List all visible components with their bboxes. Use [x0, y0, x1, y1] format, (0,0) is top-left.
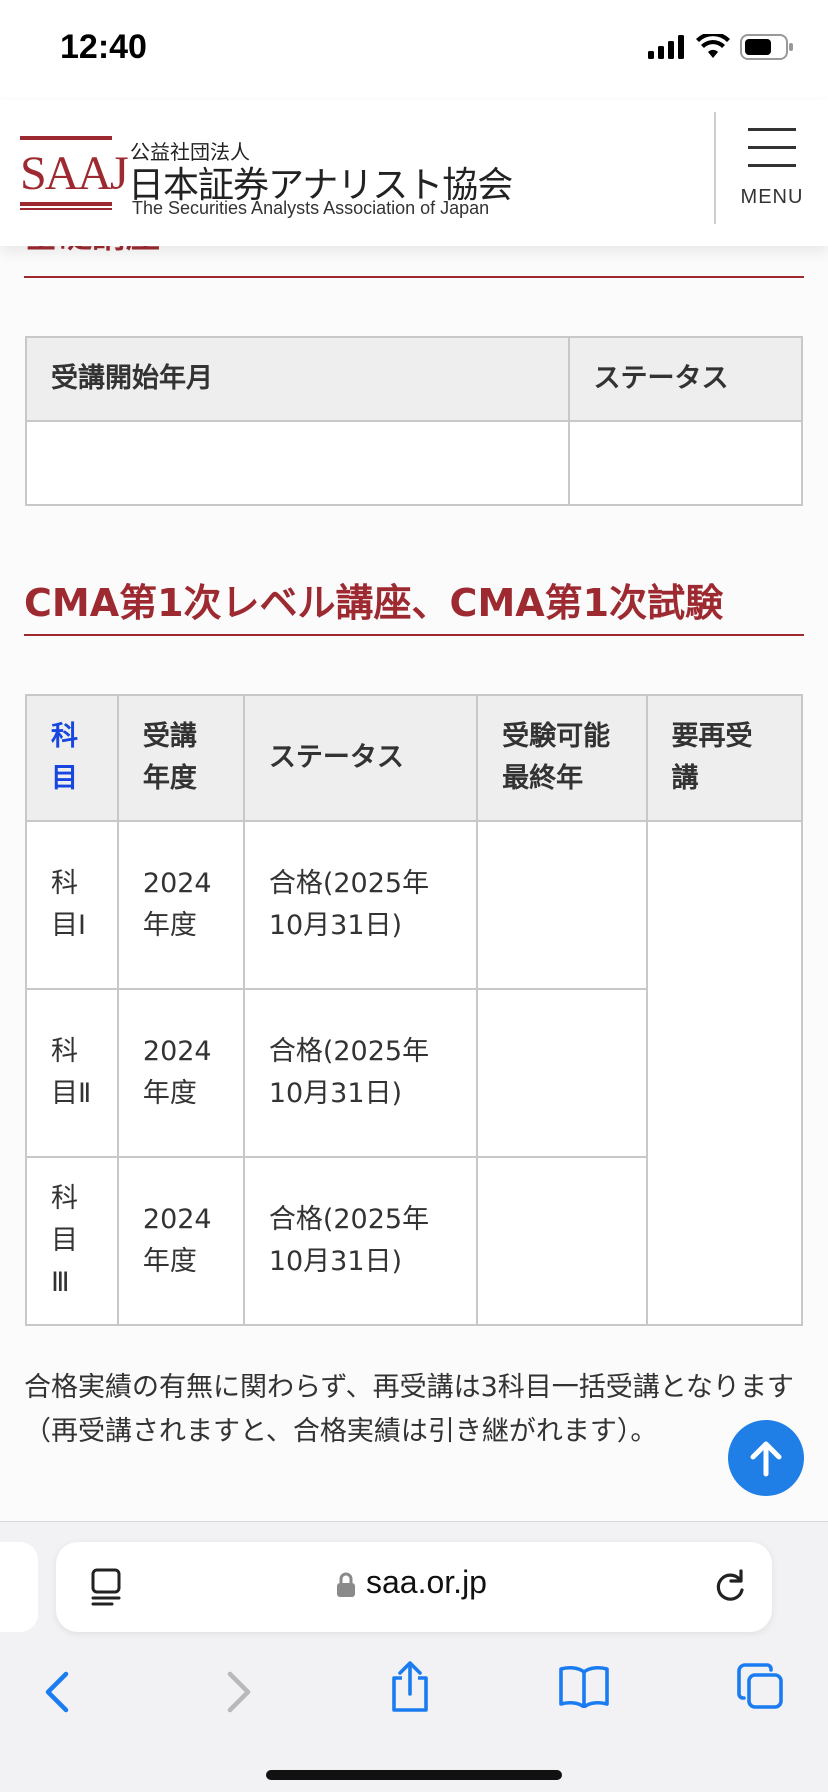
browser-toolbar: saa.or.jp	[0, 1521, 828, 1792]
cell-last-year	[476, 820, 648, 990]
col-header-year: 受講年度	[116, 694, 245, 822]
col-header-status: ステータス	[242, 694, 479, 822]
forward-icon[interactable]	[220, 1668, 256, 1716]
menu-label: MENU	[740, 186, 804, 208]
logo-bar-top	[20, 136, 112, 140]
url-text: saa.or.jp	[366, 1564, 487, 1600]
site-header: SAAJ 公益社団法人 日本証券アナリスト協会 The Securities A…	[0, 100, 828, 246]
logo-bar-bottom-thin	[20, 208, 112, 210]
menu-button[interactable]: MENU	[730, 120, 814, 220]
org-name-en: The Securities Analysts Association of J…	[132, 198, 490, 218]
previous-tab-pill[interactable]	[0, 1542, 38, 1632]
share-icon[interactable]	[388, 1660, 432, 1714]
cell-status: 合格(2025年10月31日)	[242, 1156, 479, 1326]
section-rule	[24, 634, 804, 636]
logo-bar-bottom	[20, 202, 112, 206]
col-header-subject[interactable]: 科目	[25, 694, 119, 822]
cma-table: 科目 受講年度 ステータス 受験可能最終年 要再受講 科目Ⅰ 2024年度 合格…	[25, 694, 803, 1326]
section-title-cma: CMA第1次レベル講座、CMA第1次試験	[24, 581, 724, 625]
saaj-logo[interactable]: SAAJ	[20, 136, 129, 212]
cell-year: 2024年度	[116, 820, 245, 990]
wifi-icon	[696, 34, 730, 58]
col-header-status: ステータス	[567, 336, 804, 422]
cell-status: 合格(2025年10月31日)	[242, 820, 479, 990]
cell-subject: 科目Ⅲ	[25, 1156, 119, 1326]
back-icon[interactable]	[40, 1668, 76, 1716]
cell-subject: 科目Ⅰ	[25, 820, 119, 990]
logo-text: SAAJ	[20, 147, 129, 200]
battery-icon	[740, 34, 793, 60]
bookmarks-icon[interactable]	[558, 1664, 610, 1708]
main-content: 基礎講座 受講開始年月 ステータス CMA第1次レベル講座、CMA第1次試験 科…	[0, 246, 828, 1521]
status-time: 12:40	[60, 28, 147, 66]
cell-year: 2024年度	[116, 988, 245, 1158]
reader-mode-icon[interactable]	[90, 1568, 122, 1606]
tabs-icon[interactable]	[736, 1662, 784, 1710]
table-row: 科目Ⅰ 2024年度 合格(2025年10月31日)	[25, 820, 803, 1326]
scroll-top-button[interactable]	[728, 1420, 804, 1496]
hamburger-icon	[748, 128, 796, 131]
cell-last-year	[476, 988, 648, 1158]
menu-divider	[714, 112, 716, 224]
col-header-retake: 要再受講	[645, 694, 803, 822]
retake-note: 合格実績の有無に関わらず、再受講は3科目一括受講となります（再受講されますと、合…	[24, 1372, 794, 1447]
address-bar[interactable]: saa.or.jp	[56, 1542, 772, 1632]
col-header-start-date: 受講開始年月	[25, 336, 570, 422]
signal-icon	[648, 35, 684, 59]
basic-course-table: 受講開始年月 ステータス	[25, 336, 804, 506]
cell-start-date	[25, 420, 570, 506]
table-header-row: 受講開始年月 ステータス	[25, 336, 804, 422]
section-rule	[24, 276, 804, 278]
cell-status	[567, 420, 804, 506]
hamburger-icon-line	[748, 146, 796, 149]
cell-year: 2024年度	[116, 1156, 245, 1326]
cell-last-year	[476, 1156, 648, 1326]
cell-subject: 科目Ⅱ	[25, 988, 119, 1158]
section-heading-basic-cut: 基礎講座	[24, 246, 160, 257]
col-header-last-year: 受験可能最終年	[476, 694, 648, 822]
hamburger-icon-line	[748, 164, 796, 167]
status-icons	[648, 34, 794, 60]
cell-retake	[645, 820, 803, 1326]
home-indicator	[266, 1770, 562, 1780]
browser-nav-row	[0, 1658, 828, 1728]
status-bar: 12:40	[0, 0, 828, 100]
table-row	[25, 420, 804, 506]
cell-status: 合格(2025年10月31日)	[242, 988, 479, 1158]
reload-icon[interactable]	[710, 1566, 750, 1606]
lock-icon	[337, 1572, 355, 1597]
table-header-row: 科目 受講年度 ステータス 受験可能最終年 要再受講	[25, 694, 803, 822]
arrow-up-icon	[750, 1441, 782, 1477]
